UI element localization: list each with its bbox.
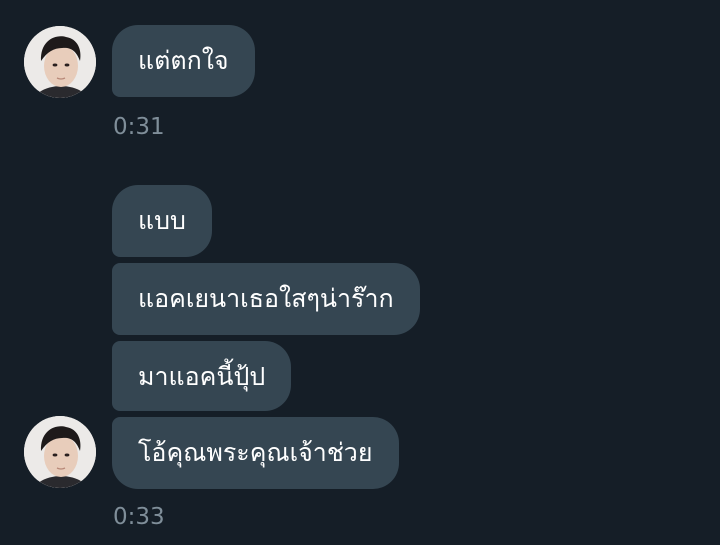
message-timestamp: 0:33 — [113, 504, 165, 530]
avatar-photo-icon — [24, 26, 96, 98]
message-bubble[interactable]: แบบ — [112, 185, 212, 257]
message-bubble[interactable]: โอ้คุณพระคุณเจ้าช่วย — [112, 417, 399, 489]
message-bubble[interactable]: แต่ตกใจ — [112, 25, 255, 97]
contact-avatar[interactable] — [24, 416, 96, 488]
message-timestamp: 0:31 — [113, 114, 165, 140]
message-bubble[interactable]: มาแอคนี้ปุ้ป — [112, 341, 292, 411]
contact-avatar[interactable] — [24, 26, 96, 98]
avatar-photo-icon — [24, 416, 96, 488]
message-bubble[interactable]: แอคเยนาเธอใสๆน่าร๊าก — [112, 263, 420, 335]
